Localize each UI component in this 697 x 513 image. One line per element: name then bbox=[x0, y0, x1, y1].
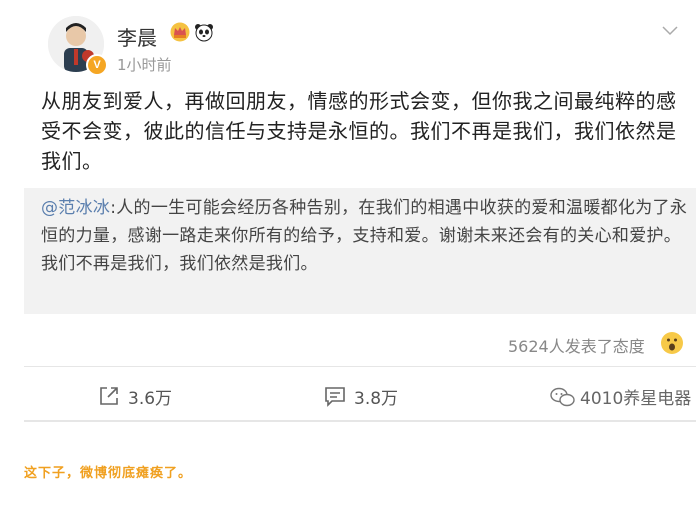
comment-button[interactable]: 3.8万 bbox=[324, 384, 399, 409]
panda-icon bbox=[195, 24, 213, 42]
repost-button[interactable]: 3.6万 bbox=[98, 384, 173, 409]
wechat-icon bbox=[550, 387, 575, 406]
mention-link[interactable]: @范冰冰 bbox=[41, 198, 110, 218]
watermark-text: 4010养星电器 bbox=[580, 389, 692, 409]
repost-text: @范冰冰:人的一生可能会经历各种告别，在我们的相遇中收获的爱和温暖都化为了永恒的… bbox=[41, 194, 689, 278]
repost-block[interactable]: @范冰冰:人的一生可能会经历各种告别，在我们的相遇中收获的爱和温暖都化为了永恒的… bbox=[24, 188, 696, 314]
watermark: 4010养星电器 bbox=[550, 384, 691, 409]
verified-badge: V bbox=[86, 54, 108, 76]
chevron-down-icon[interactable] bbox=[660, 24, 680, 38]
share-icon bbox=[100, 387, 118, 405]
comment-icon bbox=[325, 387, 345, 407]
post-time: 1小时前 bbox=[117, 56, 172, 74]
weibo-post-card: V 李晨 1小时前 从朋友到爱人，再做回朋友，情感的形式会变，但你我之间最纯粹的… bbox=[0, 0, 697, 422]
username[interactable]: 李晨 bbox=[117, 22, 157, 51]
caption-text: 这下子，微博彻底瘫痪了。 bbox=[24, 466, 193, 481]
repost-body-line2: 我们不再是我们，我们依然是我们。 bbox=[41, 254, 318, 274]
repost-body: :人的一生可能会经历各种告别，在我们的相遇中收获的爱和温暖都化为了永恒的力量，感… bbox=[41, 198, 688, 246]
repost-count: 3.6万 bbox=[128, 388, 173, 409]
post-text: 从朋友到爱人，再做回朋友，情感的形式会变，但你我之间最纯粹的感受不会变，彼此的信… bbox=[41, 89, 677, 173]
crown-icon bbox=[170, 22, 190, 42]
comment-count: 3.8万 bbox=[354, 388, 399, 409]
surprised-emoji-icon[interactable] bbox=[660, 331, 684, 355]
bottom-divider bbox=[24, 420, 696, 422]
reaction-summary[interactable]: 5624人发表了态度 bbox=[508, 333, 645, 357]
divider bbox=[24, 366, 696, 367]
